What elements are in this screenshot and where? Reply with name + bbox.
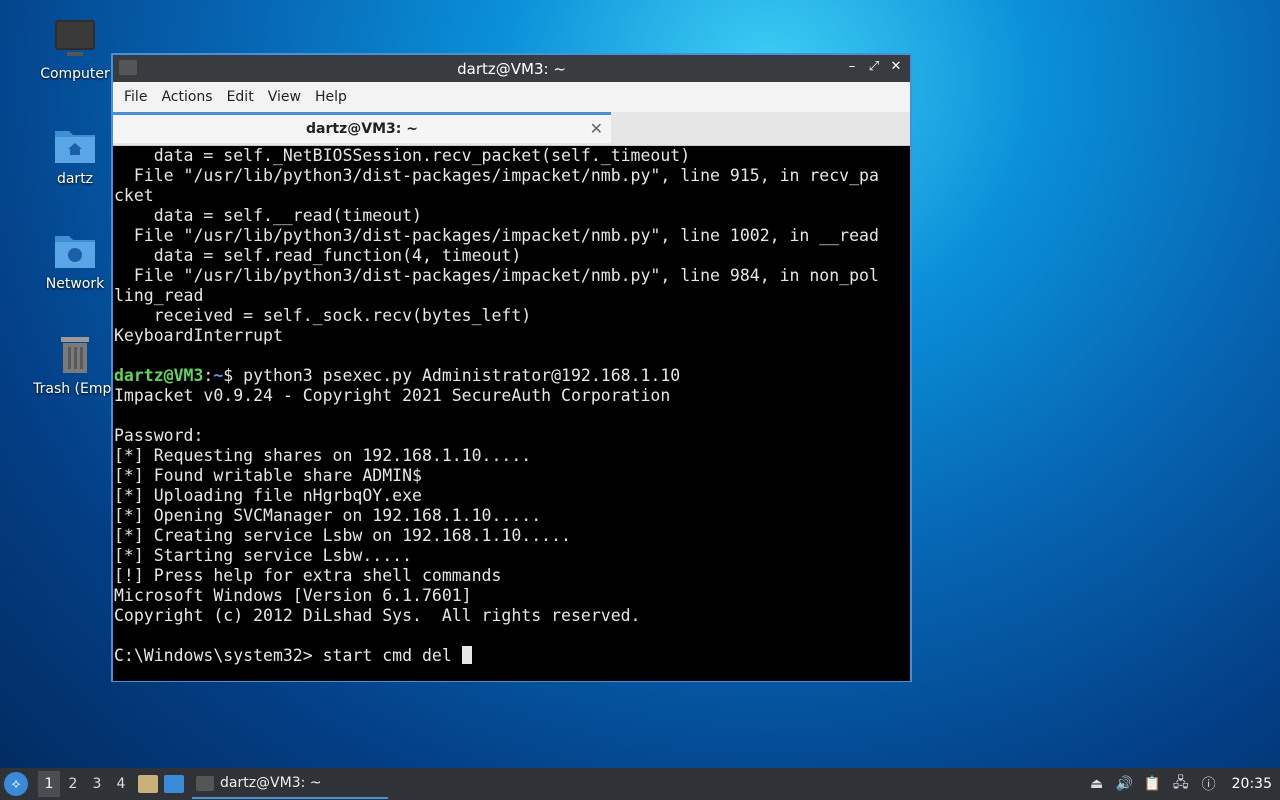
prompt-separator: : bbox=[203, 366, 214, 385]
current-input: C:\Windows\system32> start cmd del bbox=[114, 646, 462, 665]
maximize-button[interactable]: ⤢ bbox=[866, 59, 882, 74]
workspace-1[interactable]: 1 bbox=[38, 771, 60, 797]
menu-help[interactable]: Help bbox=[308, 89, 354, 105]
taskbar: ⟡ 1 2 3 4 dartz@VM3: ~ ⏏ 🔊 📋 🖧 ⓘ 20:35 bbox=[0, 768, 1280, 800]
tabbar: dartz@VM3: ~ ✕ bbox=[113, 112, 910, 146]
terminal-output-line: [*] Requesting shares on 192.168.1.10...… bbox=[114, 446, 532, 465]
clipboard-icon[interactable]: 📋 bbox=[1144, 775, 1162, 793]
terminal-output-line: Password: bbox=[114, 426, 204, 445]
terminal-app-icon[interactable] bbox=[119, 60, 137, 75]
start-menu-icon[interactable]: ⟡ bbox=[4, 772, 28, 796]
prompt-command: python3 psexec.py Administrator@192.168.… bbox=[243, 366, 681, 385]
desktop-icon-label: dartz bbox=[56, 171, 94, 187]
terminal-output-line: [*] Uploading file nHgrbqOY.exe bbox=[114, 486, 422, 505]
workspace-3[interactable]: 3 bbox=[86, 771, 108, 797]
terminal-line: data = self.__read(timeout) bbox=[114, 206, 422, 225]
terminal-line: ling_read bbox=[114, 286, 204, 305]
prompt-user: dartz@VM3 bbox=[114, 366, 204, 385]
computer-icon bbox=[55, 20, 95, 56]
home-folder-icon bbox=[55, 131, 95, 163]
desktop-icon-label: Computer bbox=[40, 66, 110, 82]
menu-edit[interactable]: Edit bbox=[220, 89, 261, 105]
terminal-output-line: Impacket v0.9.24 - Copyright 2021 Secure… bbox=[114, 386, 671, 405]
terminal-line: cket bbox=[114, 186, 154, 205]
terminal-output-line: [*] Starting service Lsbw..... bbox=[114, 546, 413, 565]
terminal-output-line: [*] Found writable share ADMIN$ bbox=[114, 466, 422, 485]
terminal-line: File "/usr/lib/python3/dist-packages/imp… bbox=[114, 166, 879, 185]
show-desktop-icon[interactable] bbox=[164, 775, 184, 793]
prompt-symbol: $ bbox=[223, 366, 244, 385]
terminal-line: File "/usr/lib/python3/dist-packages/imp… bbox=[114, 266, 879, 285]
prompt-path: ~ bbox=[213, 366, 224, 385]
menubar: File Actions Edit View Help bbox=[113, 82, 910, 112]
terminal-line: data = self._NetBIOSSession.recv_packet(… bbox=[114, 146, 691, 165]
close-button[interactable]: ✕ bbox=[888, 59, 904, 74]
menu-actions[interactable]: Actions bbox=[154, 89, 219, 105]
tab-label: dartz@VM3: ~ bbox=[306, 121, 418, 137]
workspace-2[interactable]: 2 bbox=[62, 771, 84, 797]
task-label: dartz@VM3: ~ bbox=[220, 775, 322, 791]
window-title: dartz@VM3: ~ bbox=[457, 59, 566, 78]
system-tray: ⏏ 🔊 📋 🖧 ⓘ 20:35 bbox=[1088, 768, 1280, 800]
terminal-window: dartz@VM3: ~ – ⤢ ✕ File Actions Edit Vie… bbox=[111, 53, 912, 682]
taskbar-task-terminal[interactable]: dartz@VM3: ~ bbox=[192, 769, 388, 799]
terminal-line: received = self._sock.recv(bytes_left) bbox=[114, 306, 532, 325]
desktop-icon-label: Network bbox=[45, 276, 105, 292]
volume-icon[interactable]: 🔊 bbox=[1116, 775, 1134, 793]
workspace-4[interactable]: 4 bbox=[110, 771, 132, 797]
menu-file[interactable]: File bbox=[117, 89, 154, 105]
terminal-line: KeyboardInterrupt bbox=[114, 326, 283, 345]
terminal-task-icon bbox=[196, 775, 214, 791]
desktop-icon-trash[interactable]: Trash (Empt bbox=[25, 333, 125, 397]
update-notifier-icon[interactable]: ⓘ bbox=[1200, 775, 1218, 793]
file-manager-icon[interactable] bbox=[138, 775, 158, 793]
terminal-output-line: [*] Creating service Lsbw on 192.168.1.1… bbox=[114, 526, 571, 545]
terminal-output-line: Microsoft Windows [Version 6.1.7601] bbox=[114, 586, 472, 605]
desktop-icon-network[interactable]: Network bbox=[25, 228, 125, 292]
terminal-output[interactable]: data = self._NetBIOSSession.recv_packet(… bbox=[113, 146, 910, 681]
terminal-output-line: [*] Opening SVCManager on 192.168.1.10..… bbox=[114, 506, 542, 525]
desktop-icon-computer[interactable]: Computer bbox=[25, 18, 125, 82]
tab-close-icon[interactable]: ✕ bbox=[590, 119, 603, 138]
trash-icon bbox=[61, 337, 89, 373]
network-folder-icon bbox=[55, 236, 95, 268]
network-icon[interactable]: 🖧 bbox=[1172, 775, 1190, 793]
terminal-input-line[interactable]: C:\Windows\system32> start cmd del bbox=[114, 646, 910, 666]
menu-view[interactable]: View bbox=[261, 89, 308, 105]
terminal-line: File "/usr/lib/python3/dist-packages/imp… bbox=[114, 226, 879, 245]
terminal-prompt-line: dartz@VM3:~$ python3 psexec.py Administr… bbox=[114, 366, 910, 386]
desktop-icon-label: Trash (Empt bbox=[33, 381, 117, 397]
terminal-output-line: Copyright (c) 2012 DiLshad Sys. All righ… bbox=[114, 606, 641, 625]
clock[interactable]: 20:35 bbox=[1232, 776, 1272, 792]
eject-icon[interactable]: ⏏ bbox=[1088, 775, 1106, 793]
minimize-button[interactable]: – bbox=[844, 59, 860, 74]
terminal-output-line: [!] Press help for extra shell commands bbox=[114, 566, 502, 585]
desktop-icon-home[interactable]: dartz bbox=[25, 123, 125, 187]
text-cursor bbox=[461, 646, 472, 664]
window-titlebar[interactable]: dartz@VM3: ~ – ⤢ ✕ bbox=[113, 55, 910, 82]
terminal-line: data = self.read_function(4, timeout) bbox=[114, 246, 522, 265]
terminal-tab[interactable]: dartz@VM3: ~ ✕ bbox=[113, 112, 611, 143]
